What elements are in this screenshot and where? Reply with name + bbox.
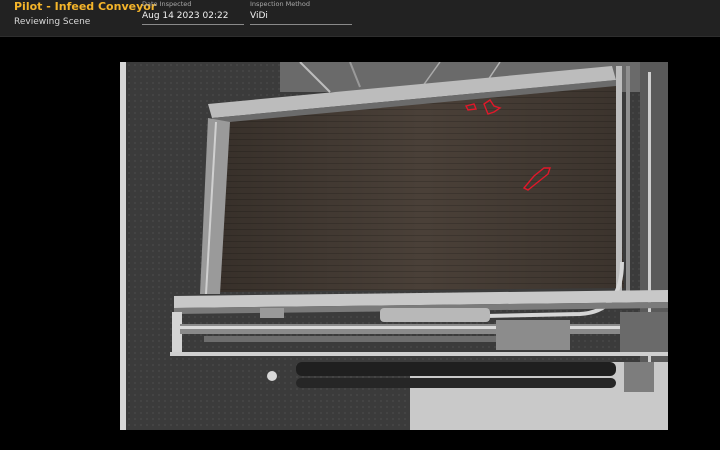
page-title: Pilot - Infeed Conveyor	[14, 0, 157, 13]
lower-frame-beam	[170, 352, 668, 356]
inspection-method-label: Inspection Method	[250, 0, 311, 8]
date-inspected-label: Date Inspected	[142, 0, 192, 8]
inspection-image	[120, 62, 668, 430]
inspection-image-viewer[interactable]	[120, 62, 668, 430]
date-inspected-field[interactable]: Date Inspected Aug 14 2023 02:22	[142, 0, 244, 25]
left-wall	[120, 62, 126, 430]
date-inspected-value[interactable]: Aug 14 2023 02:22	[142, 11, 244, 25]
inspection-method-field[interactable]: Inspection Method ViDi	[250, 0, 352, 25]
page-subtitle: Reviewing Scene	[14, 17, 91, 27]
inspection-method-value[interactable]: ViDi	[250, 11, 352, 25]
drive-box	[496, 320, 570, 350]
bottom-roller	[296, 362, 616, 376]
app-header: Pilot - Infeed Conveyor Reviewing Scene …	[0, 0, 720, 37]
